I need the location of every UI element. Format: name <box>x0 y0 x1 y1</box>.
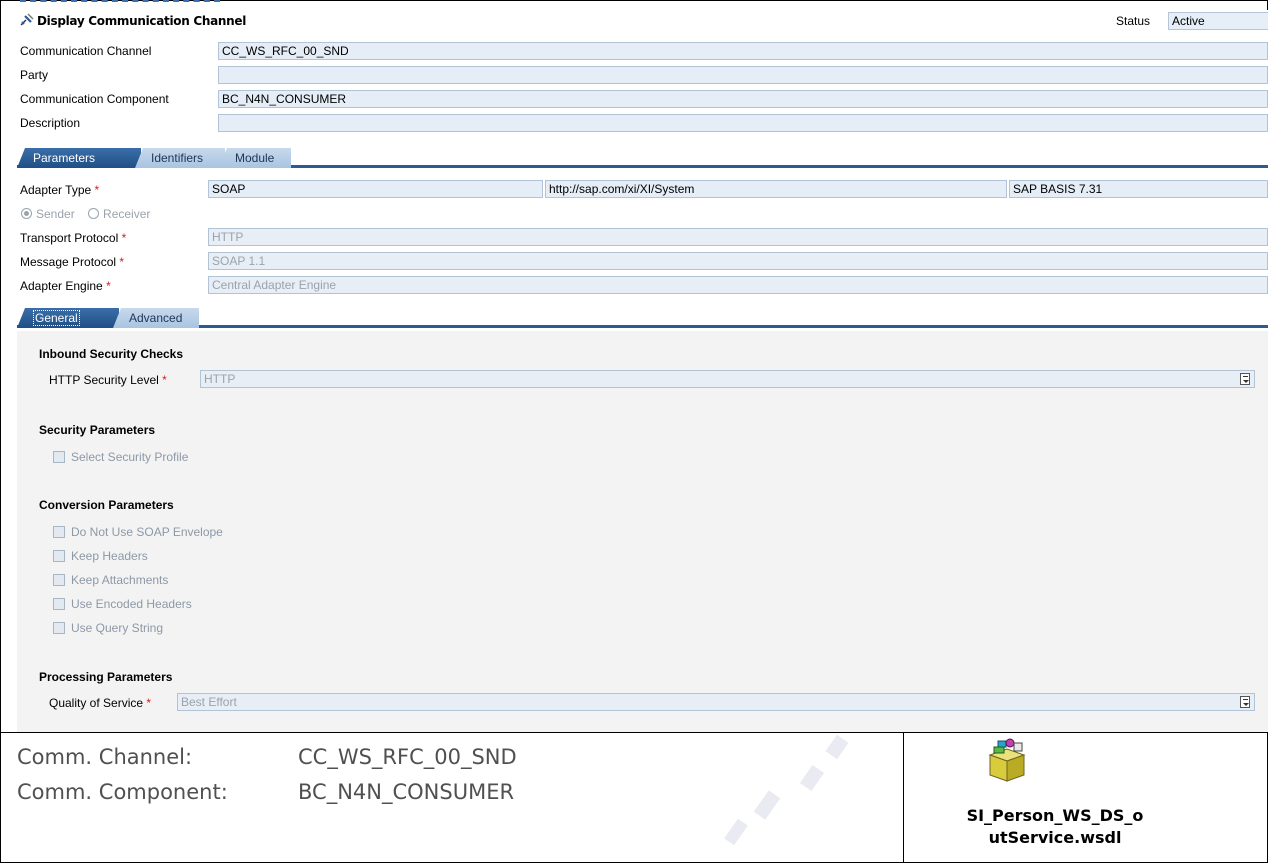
tab-module[interactable]: Module <box>219 148 291 168</box>
dropdown-icon[interactable] <box>1240 373 1250 385</box>
communication-component-field[interactable]: BC_N4N_CONSUMER <box>218 90 1268 108</box>
main-tabstrip: Parameters Identifiers Module <box>17 146 1268 168</box>
http-security-level-label: HTTP Security Level * <box>49 373 167 387</box>
communication-channel-icon <box>20 13 34 26</box>
conversion-parameters-heading: Conversion Parameters <box>39 498 174 512</box>
adapter-engine-field[interactable]: Central Adapter Engine <box>208 276 1268 294</box>
tab-advanced[interactable]: Advanced <box>113 308 199 328</box>
vertical-divider <box>903 732 904 863</box>
description-field[interactable] <box>218 114 1268 132</box>
keep-attachments-checkbox[interactable]: Keep Attachments <box>53 573 168 587</box>
summary-channel-value: CC_WS_RFC_00_SND <box>298 745 517 769</box>
select-security-profile-checkbox[interactable]: Select Security Profile <box>53 450 188 464</box>
communication-channel-label: Communication Channel <box>20 44 152 58</box>
page-title: Display Communication Channel <box>37 14 247 28</box>
wsdl-package-icon[interactable] <box>984 737 1030 783</box>
adapter-engine-label: Adapter Engine * <box>20 279 111 293</box>
transport-protocol-field[interactable]: HTTP <box>208 228 1268 246</box>
direction-radio-group: Sender Receiver <box>21 207 150 221</box>
wsdl-filename-line2: utService.wsdl <box>988 828 1122 847</box>
sub-tabstrip: General Advanced <box>17 306 1268 328</box>
adapter-type-field[interactable]: SOAP <box>208 180 543 198</box>
transport-protocol-label: Transport Protocol * <box>20 231 127 245</box>
adapter-swc-field[interactable]: SAP BASIS 7.31 <box>1009 180 1268 198</box>
use-encoded-headers-checkbox[interactable]: Use Encoded Headers <box>53 597 192 611</box>
communication-component-label: Communication Component <box>20 92 169 106</box>
message-protocol-label: Message Protocol * <box>20 255 125 269</box>
security-parameters-heading: Security Parameters <box>39 423 156 437</box>
receiver-label: Receiver <box>103 207 151 221</box>
keep-headers-checkbox[interactable]: Keep Headers <box>53 549 148 563</box>
http-security-level-select[interactable]: HTTP <box>200 370 1255 388</box>
receiver-radio[interactable] <box>88 208 100 219</box>
checkbox-icon[interactable] <box>53 451 65 463</box>
quality-of-service-select[interactable]: Best Effort <box>177 693 1255 711</box>
title-row: Display Communication Channel Status Act… <box>17 10 1268 30</box>
top-dashed-line <box>20 0 220 3</box>
quality-of-service-label: Quality of Service * <box>49 696 152 710</box>
checkbox-icon[interactable] <box>53 526 65 538</box>
party-field[interactable] <box>218 66 1268 84</box>
tab-general[interactable]: General <box>17 308 119 328</box>
summary-channel-label: Comm. Channel: <box>17 745 193 769</box>
wsdl-filename-line1: SI_Person_WS_DS_o <box>966 806 1144 825</box>
description-label: Description <box>20 116 81 130</box>
checkbox-icon[interactable] <box>53 574 65 586</box>
sender-radio[interactable] <box>21 208 32 219</box>
summary-component-value: BC_N4N_CONSUMER <box>298 780 515 804</box>
checkbox-icon[interactable] <box>53 622 65 634</box>
quality-of-service-value: Best Effort <box>181 695 237 709</box>
http-security-level-value: HTTP <box>204 372 236 386</box>
general-panel: Inbound Security Checks HTTP Security Le… <box>17 331 1268 732</box>
dropdown-icon[interactable] <box>1240 696 1250 708</box>
status-label: Status <box>1116 14 1151 28</box>
checkbox-icon[interactable] <box>53 550 65 562</box>
communication-channel-field[interactable]: CC_WS_RFC_00_SND <box>218 42 1268 60</box>
tab-identifiers[interactable]: Identifiers <box>135 148 225 168</box>
party-label: Party <box>20 68 49 82</box>
use-query-string-checkbox[interactable]: Use Query String <box>53 621 163 635</box>
required-marker: * <box>94 183 100 197</box>
bottom-divider <box>0 732 1268 733</box>
summary-component-label: Comm. Component: <box>17 780 228 804</box>
status-field[interactable]: Active <box>1168 12 1268 30</box>
inbound-security-heading: Inbound Security Checks <box>39 347 184 361</box>
sender-label: Sender <box>36 207 75 221</box>
adapter-namespace-field[interactable]: http://sap.com/xi/XI/System <box>545 180 1007 198</box>
communication-channel-form: Display Communication Channel Status Act… <box>17 10 1268 732</box>
tab-parameters[interactable]: Parameters <box>17 148 141 168</box>
adapter-type-label: Adapter Type * <box>20 183 100 197</box>
wsdl-filename[interactable]: SI_Person_WS_DS_o utService.wsdl <box>905 805 1205 849</box>
do-not-use-soap-envelope-checkbox[interactable]: Do Not Use SOAP Envelope <box>53 525 223 539</box>
processing-parameters-heading: Processing Parameters <box>39 670 173 684</box>
checkbox-icon[interactable] <box>53 598 65 610</box>
message-protocol-field[interactable]: SOAP 1.1 <box>208 252 1268 270</box>
